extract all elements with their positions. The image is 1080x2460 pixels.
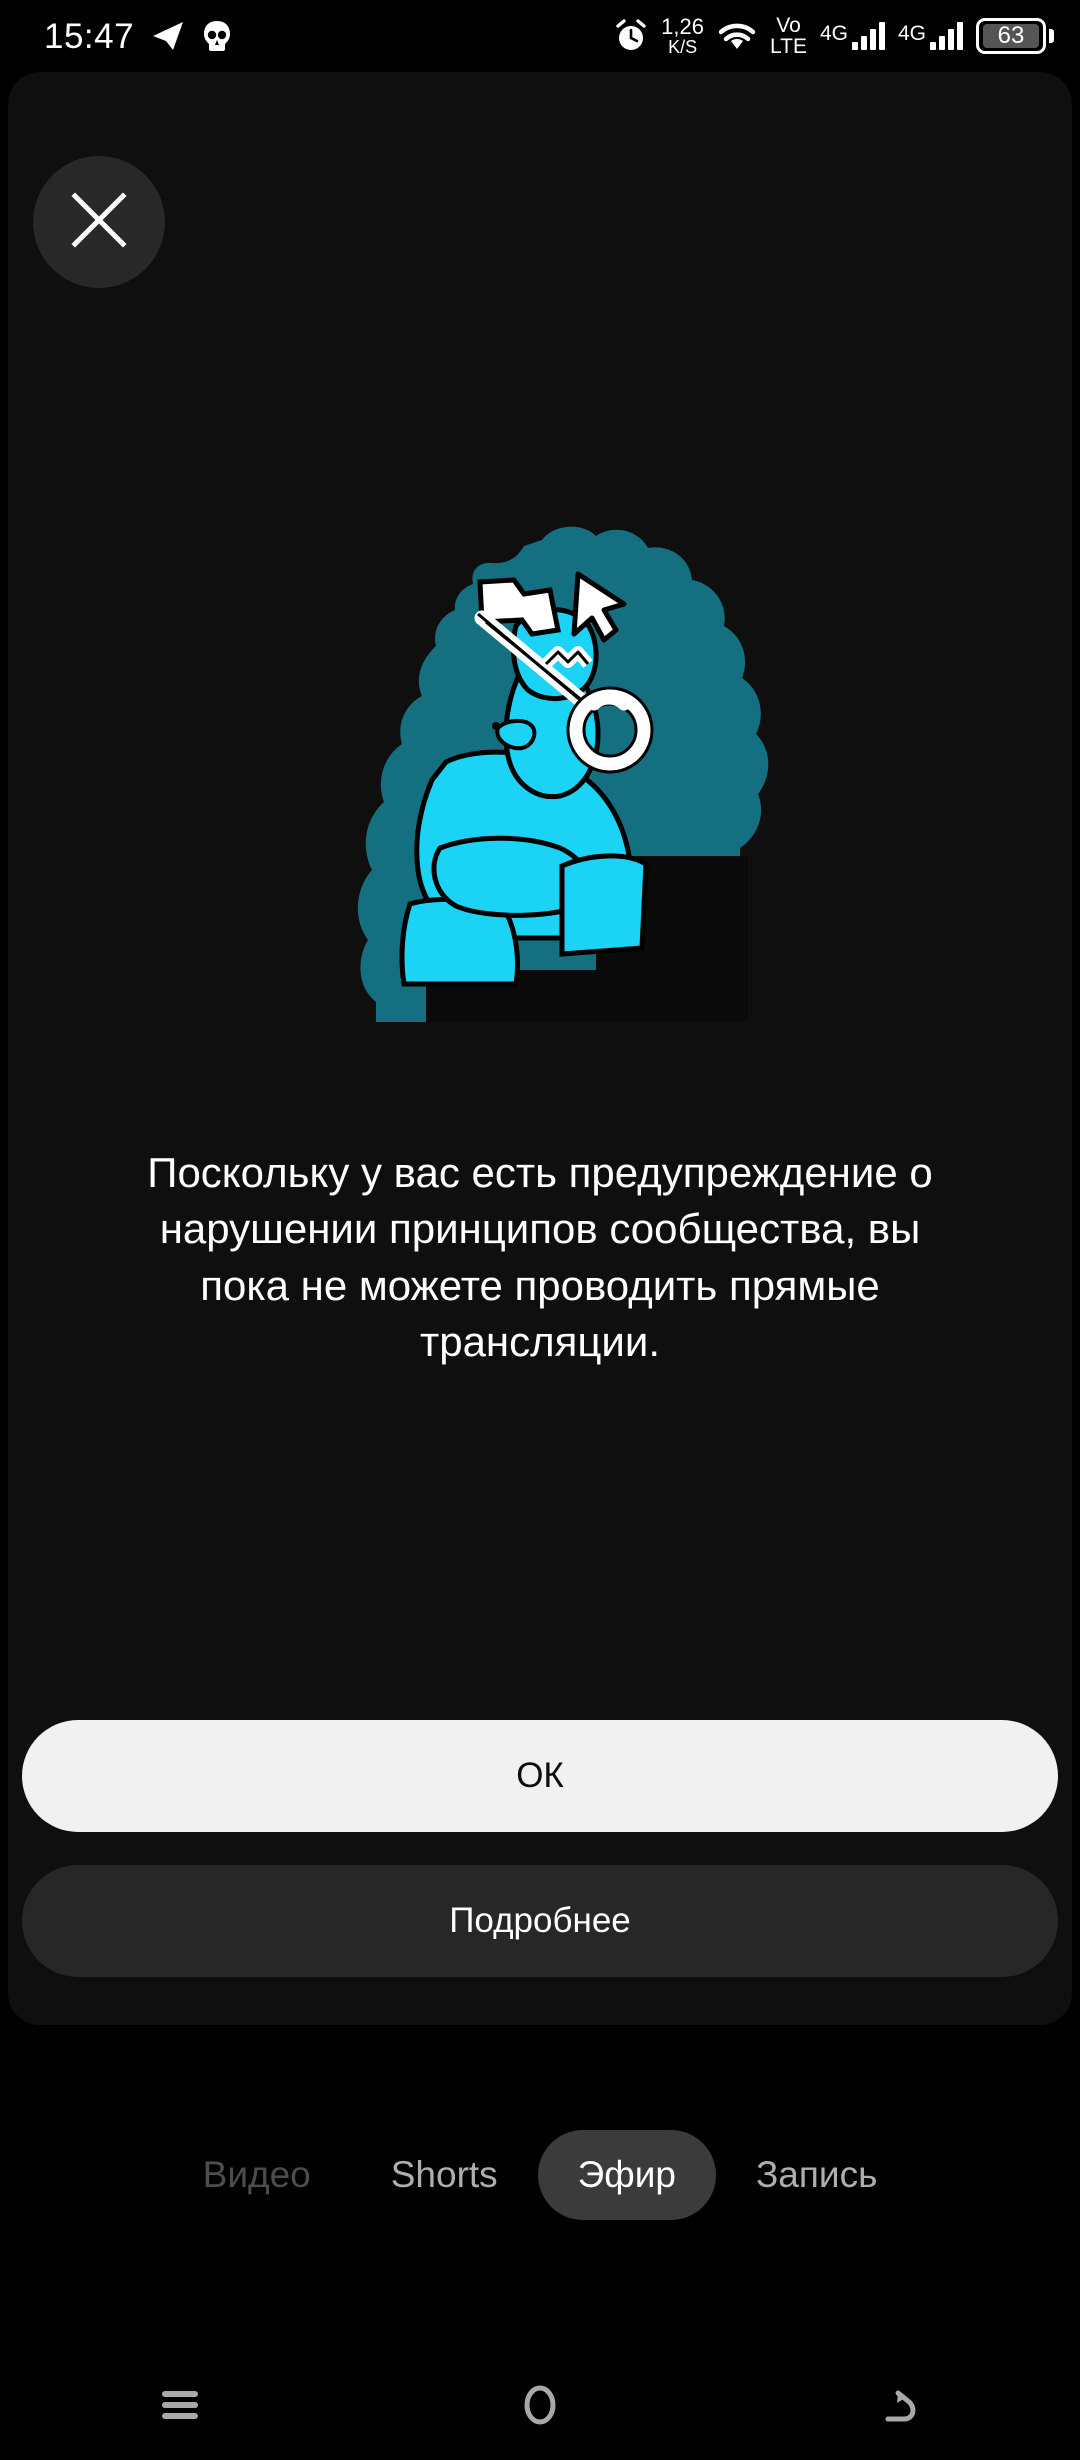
- network-speed-indicator: 1,26 K/S: [661, 13, 704, 58]
- status-bar: 15:47 1,26 K/S Vo LTE 4G 4G 63: [0, 0, 1080, 72]
- volte-label-bottom: LTE: [770, 35, 807, 58]
- wifi-icon: [717, 20, 757, 52]
- sim1-signal-bars: [851, 22, 885, 50]
- menu-icon: [154, 2383, 206, 2432]
- battery-indicator: 63: [976, 18, 1054, 54]
- learn-more-button[interactable]: Подробнее: [22, 1865, 1058, 1977]
- back-button[interactable]: [810, 2379, 990, 2436]
- network-speed-unit: K/S: [668, 37, 698, 58]
- battery-cap: [1049, 29, 1054, 43]
- sim2-network-type: 4G: [897, 22, 926, 45]
- battery-percent-label: 63: [983, 22, 1039, 49]
- sim1-network-type: 4G: [819, 22, 848, 45]
- volte-indicator: Vo LTE: [770, 13, 807, 58]
- home-button[interactable]: [450, 2379, 630, 2436]
- tab-video[interactable]: Видео: [163, 2130, 351, 2220]
- dialog-message: Поскольку у вас есть предупреждение о на…: [147, 1149, 933, 1365]
- close-icon: [68, 189, 130, 256]
- network-speed-value: 1,26: [661, 13, 704, 39]
- illustration-container: [0, 500, 1080, 1060]
- alarm-clock-icon: [614, 19, 648, 53]
- sim2-signal-bars: [930, 22, 963, 50]
- back-arrow-icon: [874, 2379, 926, 2436]
- mode-tab-bar: Видео Shorts Эфир Запись: [0, 2120, 1080, 2230]
- volte-label-top: Vo: [776, 13, 801, 37]
- telegram-icon: [151, 20, 185, 52]
- screen-root: 15:47 1,26 K/S Vo LTE 4G 4G 63 Поскольку…: [0, 0, 1080, 2460]
- ok-button[interactable]: ОК: [22, 1720, 1058, 1832]
- tab-record[interactable]: Запись: [716, 2130, 917, 2220]
- tab-live[interactable]: Эфир: [537, 2130, 716, 2220]
- status-bar-right: 1,26 K/S Vo LTE 4G 4G 63: [614, 13, 1054, 58]
- blocked-livestream-illustration: [310, 518, 770, 1043]
- android-nav-bar: [0, 2355, 1080, 2460]
- status-bar-left: 15:47: [44, 19, 232, 54]
- tab-shorts[interactable]: Shorts: [351, 2130, 538, 2220]
- recents-button[interactable]: [90, 2383, 270, 2432]
- close-button[interactable]: [33, 156, 165, 288]
- home-circle-icon: [514, 2379, 566, 2436]
- sim1-signal: 4G: [820, 22, 885, 50]
- sim2-signal: 4G: [898, 22, 963, 50]
- battery-body: 63: [976, 18, 1046, 54]
- status-bar-clock: 15:47: [44, 16, 135, 56]
- skull-app-icon: [202, 20, 232, 52]
